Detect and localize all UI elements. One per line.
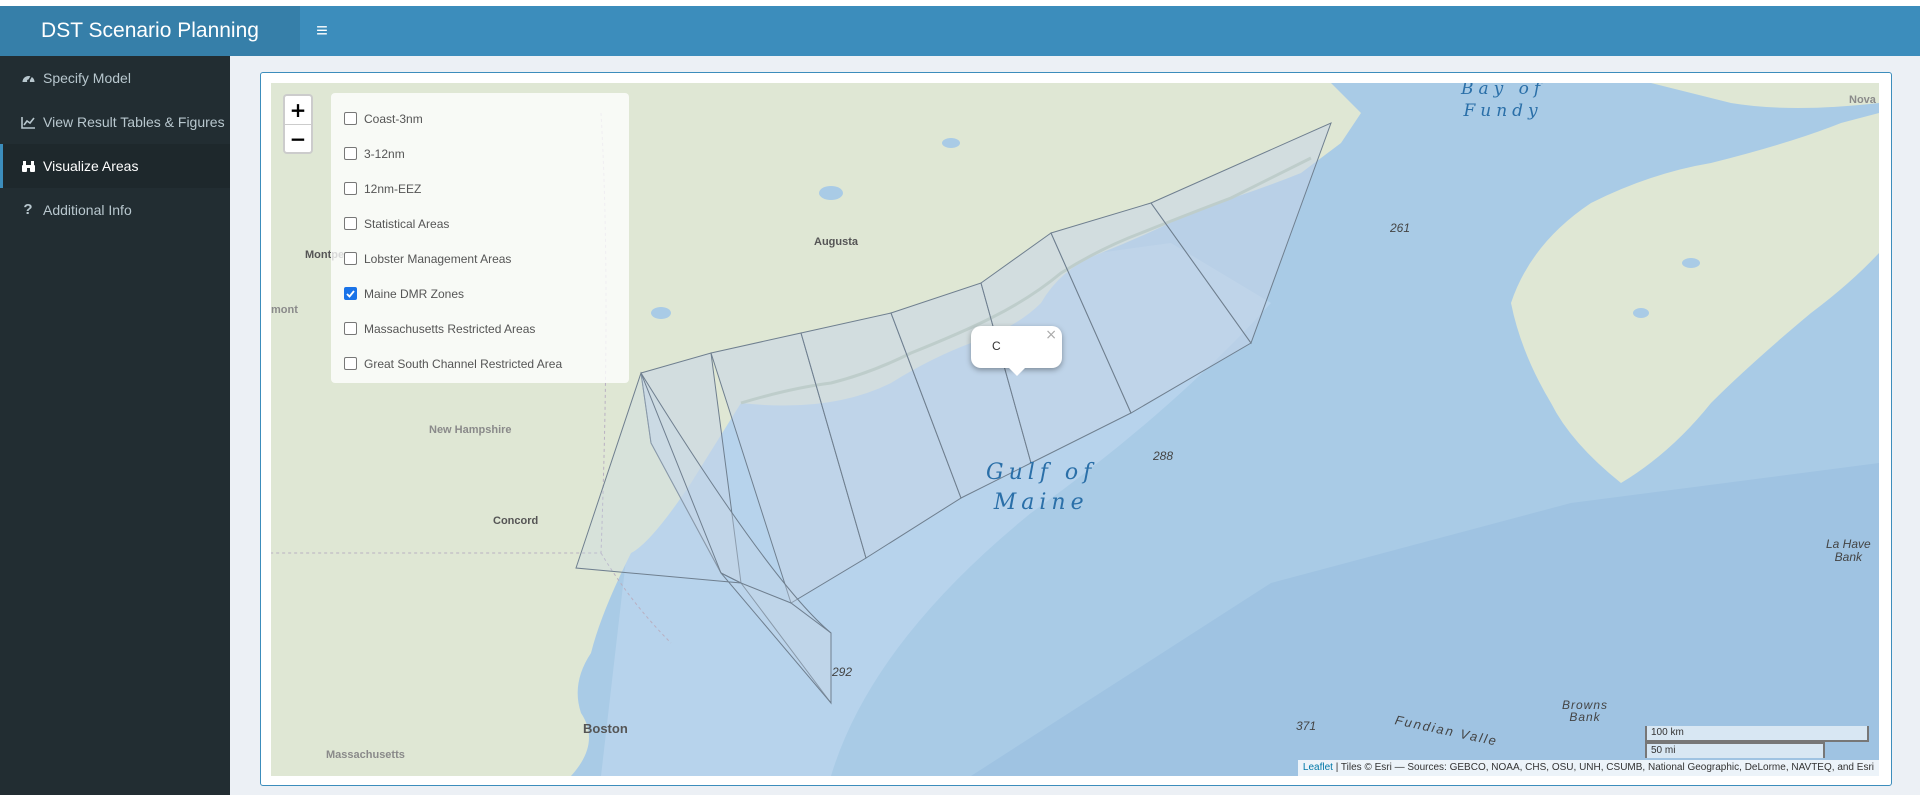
checkbox[interactable] [344,322,357,335]
boston-label: Boston [583,721,628,736]
layer-3-12nm[interactable]: 3-12nm [331,136,629,171]
la-have-bank-label: La Have Bank [1826,538,1871,564]
layer-12nm-eez[interactable]: 12nm-EEZ [331,171,629,206]
layer-label: Coast-3nm [364,111,423,126]
bay-label-line2: Fundy [1463,101,1543,121]
sidebar-item-label: Additional Info [43,202,132,218]
augusta-label: Augusta [814,236,858,248]
popup-close-button[interactable]: × [1045,327,1057,343]
popup-tip [1007,366,1027,376]
sidebar-item-view-results[interactable]: View Result Tables & Figures [0,100,230,144]
zoom-out-button[interactable]: − [285,124,311,152]
layer-maine-dmr-zones[interactable]: Maine DMR Zones [331,276,629,311]
layer-label: Massachusetts Restricted Areas [364,321,536,336]
bay-label-line1: Bay of [1461,83,1546,99]
gulf-of-maine-label: Gulf of Maine [986,458,1096,518]
gulf-label-line1: Gulf of [986,460,1097,485]
sidebar-item-label: Specify Model [43,70,131,86]
line-chart-icon [19,100,37,144]
sidebar-item-additional-info[interactable]: ? Additional Info [0,188,230,232]
scale-km: 100 km [1645,726,1869,742]
lahave-line2: Bank [1834,550,1863,564]
checkmark-icon [346,289,355,298]
popup-content: C [992,339,1001,353]
layer-label: Great South Channel Restricted Area [364,356,563,371]
sidebar-item-specify-model[interactable]: Specify Model [0,56,230,100]
leaflet-link[interactable]: Leaflet [1303,762,1333,773]
nova-scotia-label: Nova [1849,94,1876,106]
question-icon: ? [23,201,33,218]
layer-coast-3nm[interactable]: Coast-3nm [331,101,629,136]
map-attribution: Leaflet | Tiles © Esri — Sources: GEBCO,… [1297,760,1879,776]
layer-lobster-management-areas[interactable]: Lobster Management Areas [331,241,629,276]
map-popup: C × [971,326,1062,376]
binoculars-icon [19,144,37,188]
vermont-label: mont [271,304,298,316]
layer-massachusetts-restricted-areas[interactable]: Massachusetts Restricted Areas [331,311,629,346]
depth-288-label: 288 [1153,449,1174,463]
depth-292-label: 292 [832,665,853,679]
layer-great-south-channel[interactable]: Great South Channel Restricted Area [331,346,629,381]
app-title[interactable]: DST Scenario Planning [0,6,300,56]
massachusetts-label: Massachusetts [326,749,405,761]
scale-mi: 50 mi [1645,742,1825,758]
layer-statistical-areas[interactable]: Statistical Areas [331,206,629,241]
sidebar: Specify Model View Result Tables & Figur… [0,56,230,795]
attribution-text: | Tiles © Esri — Sources: GEBCO, NOAA, C… [1332,762,1874,773]
bay-of-fundy-label: Bay of Fundy [1461,83,1545,122]
dashboard-icon [19,56,37,100]
sidebar-item-label: Visualize Areas [43,158,139,174]
new-hampshire-label: New Hampshire [429,424,512,436]
browns-line2: Bank [1569,710,1601,724]
layer-label: 12nm-EEZ [364,181,422,196]
checkbox[interactable] [344,147,357,160]
leaflet-map[interactable]: Bay of Fundy Gulf of Maine Augusta Montp… [271,83,1879,776]
checkbox[interactable] [344,217,357,230]
checkbox-checked[interactable] [344,287,357,300]
layer-control: Coast-3nm 3-12nm 12nm-EEZ Statistical Ar… [331,93,629,383]
checkbox[interactable] [344,182,357,195]
sidebar-item-visualize-areas[interactable]: Visualize Areas [0,144,230,188]
zoom-control: + − [283,94,313,154]
checkbox[interactable] [344,357,357,370]
sidebar-item-label: View Result Tables & Figures [43,114,225,130]
gulf-label-line2: Maine [993,490,1089,515]
layer-label: Lobster Management Areas [364,251,512,266]
app-header: DST Scenario Planning ≡ [0,6,1920,56]
browns-bank-label: Browns Bank [1562,699,1608,723]
zoom-in-button[interactable]: + [285,96,311,124]
depth-261-label: 261 [1390,221,1411,235]
depth-371-label: 371 [1296,719,1317,733]
sidebar-toggle-button[interactable]: ≡ [310,6,334,56]
checkbox[interactable] [344,252,357,265]
layer-label: Maine DMR Zones [364,286,465,301]
checkbox[interactable] [344,112,357,125]
concord-label: Concord [493,515,539,527]
layer-label: 3-12nm [364,146,405,161]
layer-label: Statistical Areas [364,216,450,231]
hamburger-icon: ≡ [316,20,328,42]
scale-bar: 100 km 50 mi [1645,726,1869,758]
